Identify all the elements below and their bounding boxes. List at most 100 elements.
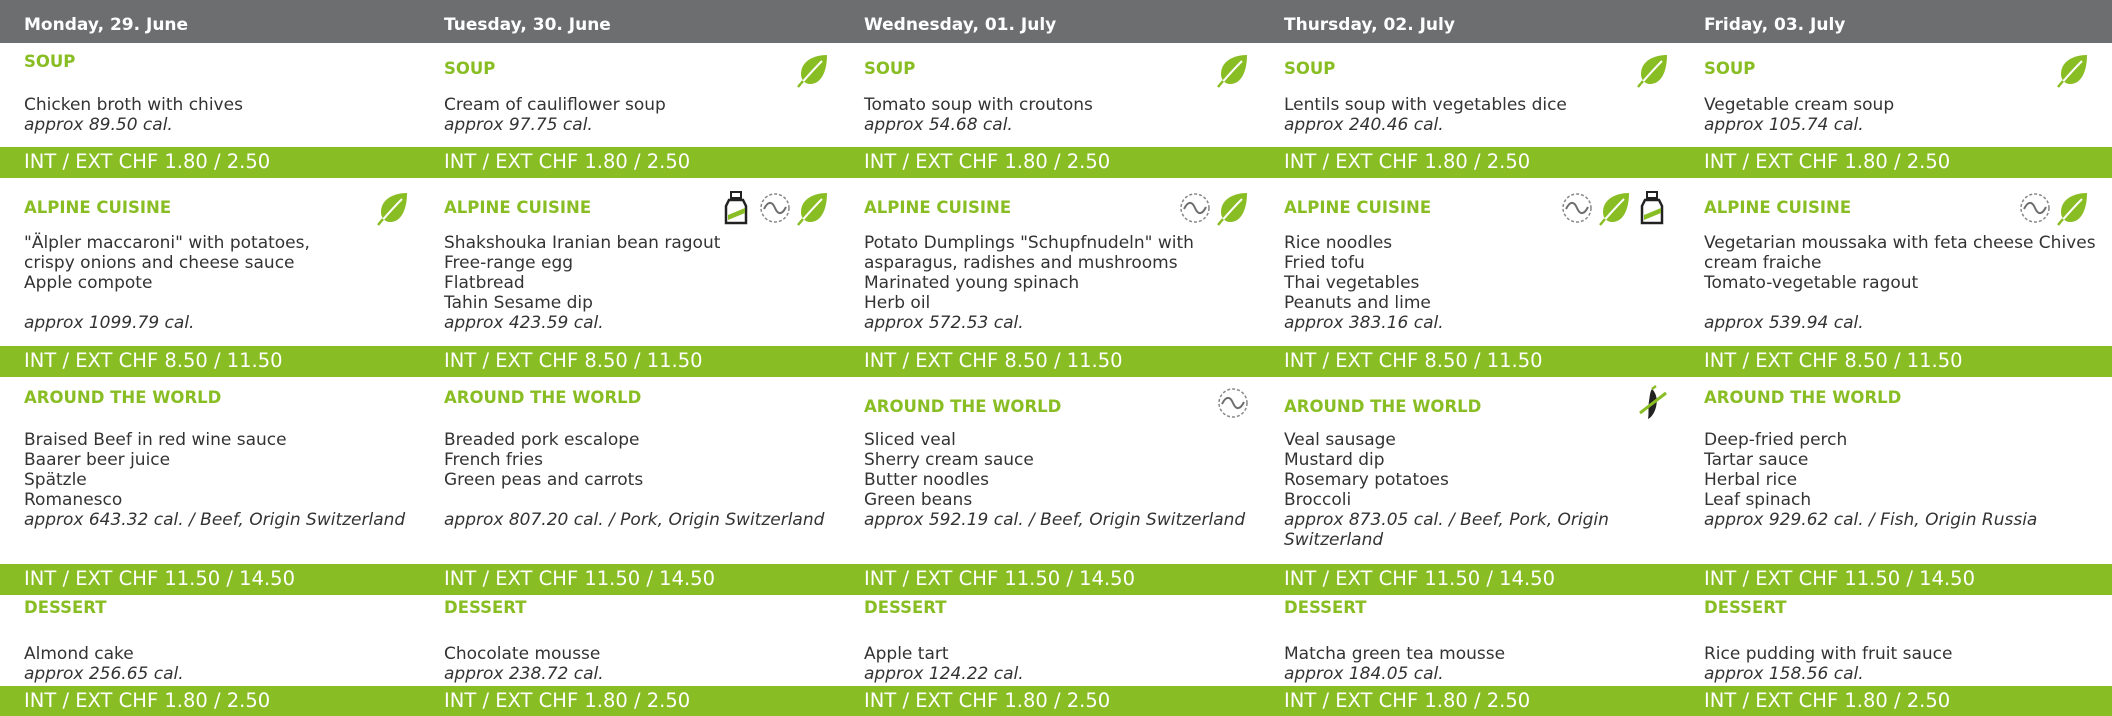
price-label: INT / EXT CHF 8.50 / 11.50 xyxy=(1284,349,1543,372)
wave-icon xyxy=(1216,385,1250,421)
menu-category: DESSERT xyxy=(1284,598,1367,617)
dish-line: French fries xyxy=(444,450,543,470)
menu-category: ALPINE CUISINE xyxy=(24,198,172,217)
dish-line: Rice noodles xyxy=(1284,233,1393,253)
dish-line: Spätzle xyxy=(24,470,87,490)
diet-icons xyxy=(1216,50,1250,90)
dish-description: Deep-fried perch Tartar sauce Herbal rice L… xyxy=(1680,430,2100,530)
calorie-info: approx 539.94 cal. xyxy=(1704,313,1864,333)
leaf-icon xyxy=(376,190,410,226)
wave-icon xyxy=(1560,190,1594,226)
price-label: INT / EXT CHF 1.80 / 2.50 xyxy=(864,150,1111,173)
price-label: INT / EXT CHF 1.80 / 2.50 xyxy=(1704,689,1951,712)
bottle-icon xyxy=(720,190,754,226)
calorie-info: approx 105.74 cal. xyxy=(1704,115,1864,135)
dish-line: Thai vegetables xyxy=(1284,273,1420,293)
diet-icons xyxy=(2018,188,2090,228)
chili-icon xyxy=(1636,385,1670,421)
dish-line: Chicken broth with chives xyxy=(24,95,243,115)
dish-line: Vegetable cream soup xyxy=(1704,95,1895,115)
price-label: INT / EXT CHF 1.80 / 2.50 xyxy=(24,689,271,712)
diet-icons xyxy=(1216,383,1250,423)
price-label: INT / EXT CHF 11.50 / 14.50 xyxy=(1284,567,1555,590)
menu-category: SOUP xyxy=(1704,59,1756,78)
menu-category: SOUP xyxy=(444,59,496,78)
dish-line xyxy=(24,293,410,313)
menu-category: ALPINE CUISINE xyxy=(1704,198,1852,217)
dish-line: "Älpler maccaroni" with potatoes, xyxy=(24,233,310,253)
menu-category: DESSERT xyxy=(864,598,947,617)
price-label: INT / EXT CHF 8.50 / 11.50 xyxy=(1704,349,1963,372)
menu-category: ALPINE CUISINE xyxy=(444,198,592,217)
day-heading: Wednesday, 01. July xyxy=(864,15,1057,35)
leaf-icon xyxy=(1216,190,1250,226)
dish-description: "Älpler maccaroni" with potatoes, crispy … xyxy=(0,233,420,333)
diet-icons xyxy=(1636,50,1670,90)
dish-line: Veal sausage xyxy=(1284,430,1396,450)
menu-category: DESSERT xyxy=(444,598,527,617)
diet-icons xyxy=(720,188,830,228)
price-label: INT / EXT CHF 1.80 / 2.50 xyxy=(1704,150,1951,173)
calorie-info: approx 54.68 cal. xyxy=(864,115,1013,135)
dish-description: Veal sausage Mustard dip Rosemary potatoes… xyxy=(1260,430,1680,550)
dish-description: Rice pudding with fruit sauce approx 158.… xyxy=(1680,644,2100,684)
price-label: INT / EXT CHF 11.50 / 14.50 xyxy=(864,567,1135,590)
dish-description: Matcha green tea mousse approx 184.05 cal… xyxy=(1260,644,1680,684)
price-label: INT / EXT CHF 1.80 / 2.50 xyxy=(24,150,271,173)
dish-description: Lentils soup with vegetables dice approx … xyxy=(1260,95,1680,135)
dish-line: crispy onions and cheese sauce xyxy=(24,253,295,273)
menu-category: AROUND THE WORLD xyxy=(444,388,642,407)
dish-line: Breaded pork escalope xyxy=(444,430,640,450)
menu-category: ALPINE CUISINE xyxy=(864,198,1012,217)
dish-line: Romanesco xyxy=(24,490,123,510)
wave-icon xyxy=(1178,190,1212,226)
leaf-icon xyxy=(796,190,830,226)
dish-line: Rosemary potatoes xyxy=(1284,470,1449,490)
dish-line: Broccoli xyxy=(1284,490,1352,510)
calorie-info: approx 1099.79 cal. xyxy=(24,313,195,333)
dish-description: Braised Beef in red wine sauce Baarer bee… xyxy=(0,430,420,530)
price-label: INT / EXT CHF 11.50 / 14.50 xyxy=(24,567,295,590)
leaf-icon xyxy=(796,52,830,88)
dish-line: Braised Beef in red wine sauce xyxy=(24,430,287,450)
dish-line: Cream of cauliflower soup xyxy=(444,95,666,115)
menu-category: SOUP xyxy=(1284,59,1336,78)
dish-description: Shakshouka Iranian bean ragout Free-range… xyxy=(420,233,840,333)
calorie-info: approx 158.56 cal. xyxy=(1704,664,1864,684)
calorie-info: approx 929.62 cal. / Fish, Origin Russia xyxy=(1704,510,2038,530)
dish-description: Vegetable cream soup approx 105.74 cal. xyxy=(1680,95,2100,135)
dish-line: Free-range egg xyxy=(444,253,574,273)
dish-description: Almond cake approx 256.65 cal. xyxy=(0,644,420,684)
diet-icons xyxy=(376,188,410,228)
menu-category: AROUND THE WORLD xyxy=(1284,397,1482,416)
menu-category: DESSERT xyxy=(24,598,107,617)
dish-line: Potato Dumplings "Schupfnudeln" with xyxy=(864,233,1194,253)
leaf-icon xyxy=(1636,52,1670,88)
dish-description: Breaded pork escalope French fries Green p… xyxy=(420,430,840,530)
calorie-info: approx 89.50 cal. xyxy=(24,115,173,135)
menu-category: AROUND THE WORLD xyxy=(24,388,222,407)
calorie-info: approx 97.75 cal. xyxy=(444,115,593,135)
dish-line: Vegetarian moussaka with feta cheese Chi… xyxy=(1704,233,2096,253)
menu-category: AROUND THE WORLD xyxy=(864,397,1062,416)
dish-description: Chocolate mousse approx 238.72 cal. xyxy=(420,644,840,684)
dish-description: Tomato soup with croutons approx 54.68 ca… xyxy=(840,95,1260,135)
dish-line: Almond cake xyxy=(24,644,134,664)
leaf-icon xyxy=(2056,52,2090,88)
day-heading: Tuesday, 30. June xyxy=(444,15,611,35)
bottle-icon xyxy=(1636,190,1670,226)
menu-category: ALPINE CUISINE xyxy=(1284,198,1432,217)
dish-description: Cream of cauliflower soup approx 97.75 ca… xyxy=(420,95,840,135)
dish-line: Sherry cream sauce xyxy=(864,450,1034,470)
day-heading: Monday, 29. June xyxy=(24,15,189,35)
dish-line: Tomato-vegetable ragout xyxy=(1704,273,1919,293)
day-heading: Friday, 03. July xyxy=(1704,15,1846,35)
calorie-info: approx 256.65 cal. xyxy=(24,664,184,684)
menu-category: AROUND THE WORLD xyxy=(1704,388,1902,407)
dish-description: Potato Dumplings "Schupfnudeln" with aspa… xyxy=(840,233,1260,333)
calorie-info: approx 238.72 cal. xyxy=(444,664,604,684)
dish-line: Flatbread xyxy=(444,273,525,293)
wave-icon xyxy=(758,190,792,226)
price-label: INT / EXT CHF 8.50 / 11.50 xyxy=(864,349,1123,372)
calorie-info: approx 184.05 cal. xyxy=(1284,664,1444,684)
